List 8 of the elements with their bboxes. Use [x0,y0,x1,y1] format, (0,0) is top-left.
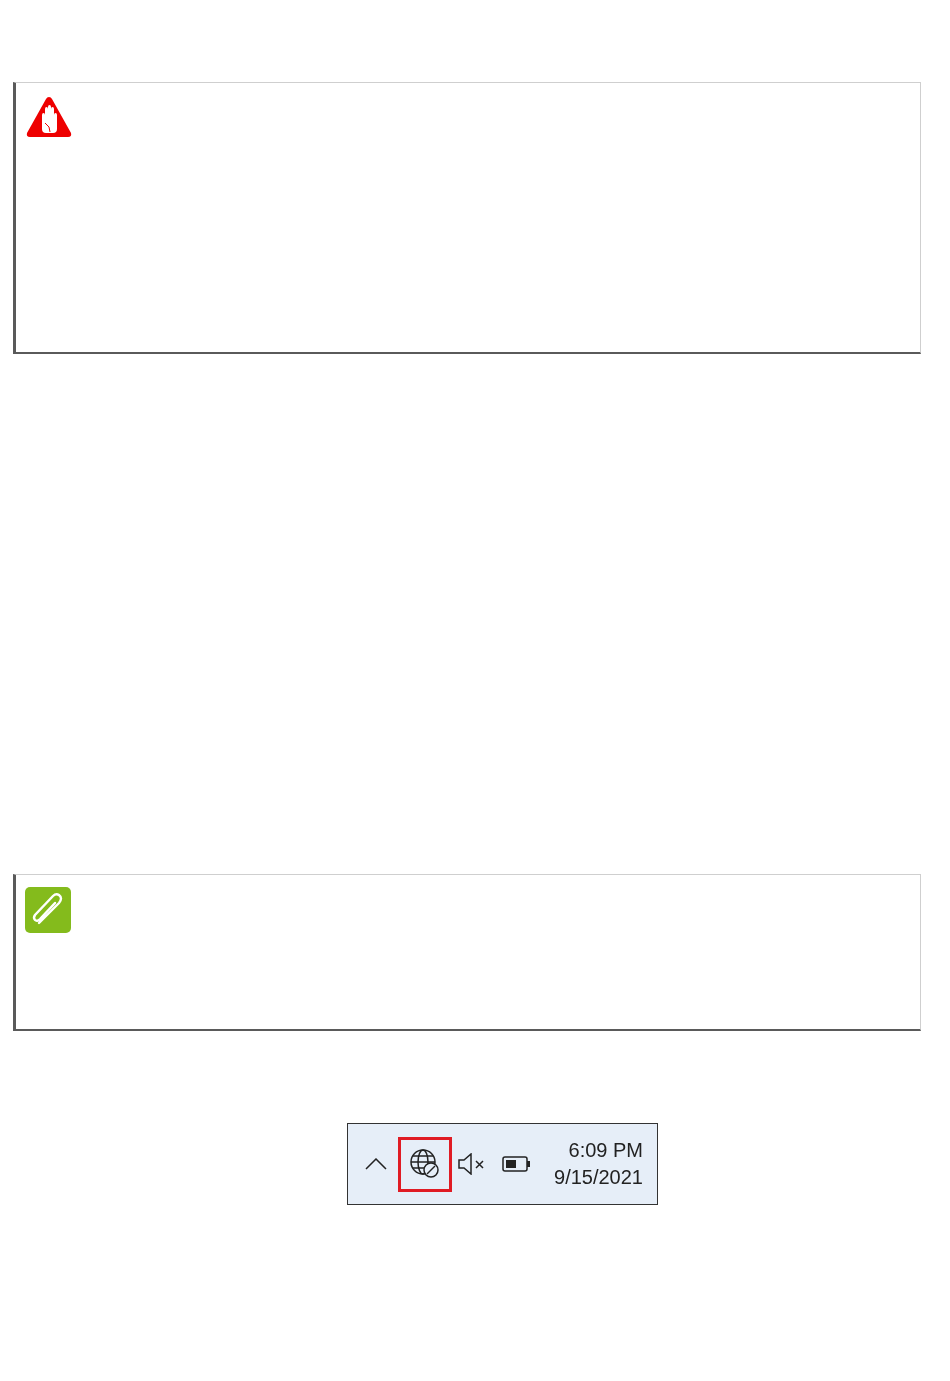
paperclip-icon [25,887,71,933]
clock-date[interactable]: 9/15/2021 [554,1164,643,1191]
chevron-up-icon[interactable] [365,1158,387,1170]
warning-hand-icon [25,95,73,139]
battery-icon[interactable] [502,1155,532,1173]
clock-time[interactable]: 6:09 PM [568,1137,643,1164]
globe-blocked-icon[interactable] [409,1148,441,1180]
muted-speaker-icon[interactable] [457,1153,487,1175]
